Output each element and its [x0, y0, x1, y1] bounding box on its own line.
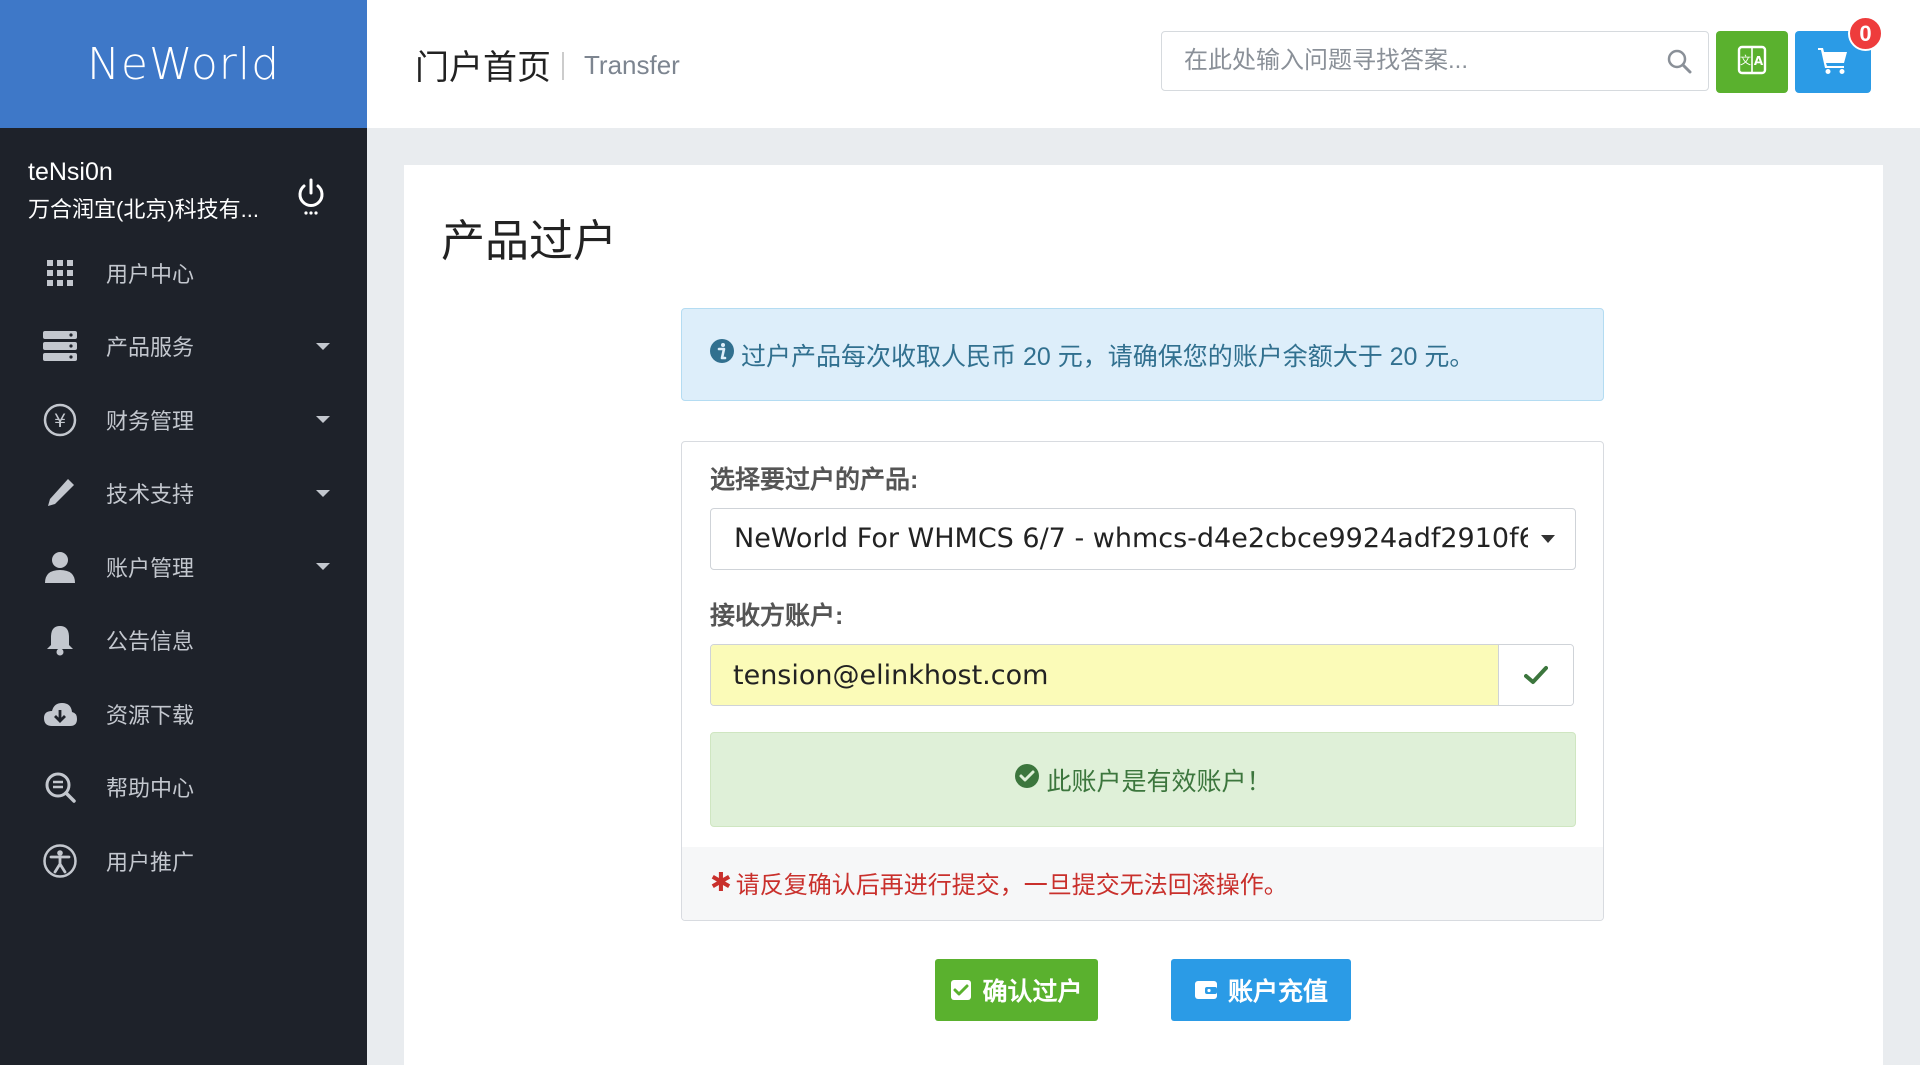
- info-alert: 过户产品每次收取人民币 20 元，请确保您的账户余额大于 20 元。: [681, 308, 1604, 401]
- page-heading: 产品过户: [441, 217, 617, 266]
- sidebar-item-label: 资源下载: [106, 702, 195, 728]
- sidebar-item-account[interactable]: 账户管理: [0, 530, 367, 604]
- receiver-input-group: [710, 644, 1574, 706]
- shopping-cart-icon: [1818, 46, 1848, 79]
- server-icon: [42, 328, 78, 364]
- valid-account-text: 此账户是有效账户！: [1046, 767, 1272, 796]
- chevron-down-icon: [316, 489, 330, 497]
- transfer-form-panel: 选择要过户的产品: NeWorld For WHMCS 6/7 - whmcs-…: [681, 441, 1604, 921]
- sidebar-item-label: 公告信息: [106, 629, 195, 655]
- sidebar-item-label: 产品服务: [106, 335, 195, 361]
- check-circle-icon: [1014, 763, 1040, 796]
- accessibility-icon: [42, 843, 78, 879]
- pencil-icon: [42, 475, 78, 511]
- wallet-icon: [1194, 979, 1218, 1001]
- search-box: [1161, 31, 1709, 91]
- grid-icon: [42, 255, 78, 291]
- check-icon: [1524, 666, 1549, 684]
- sidebar-item-finance[interactable]: ¥ 财务管理: [0, 383, 367, 457]
- title-divider: [562, 52, 564, 80]
- bell-icon: [42, 622, 78, 658]
- product-select-value: NeWorld For WHMCS 6/7 - whmcs-d4e2cbce99…: [734, 523, 1528, 554]
- sidebar-item-label: 帮助中心: [106, 776, 195, 802]
- product-label: 选择要过户的产品:: [710, 466, 919, 494]
- warning-text: 请反复确认后再进行提交，一旦提交无法回滚操作。: [735, 872, 1288, 899]
- translate-icon: 文 A: [1737, 45, 1767, 80]
- svg-text:A: A: [1754, 54, 1764, 68]
- search-input[interactable]: [1162, 32, 1654, 90]
- asterisk-icon: ✱: [710, 867, 732, 897]
- sidebar-nav: 用户中心 产品服务 ¥ 财务管理 技术支持 账户管理 公告信息 资源下载 帮助中…: [0, 236, 367, 898]
- sidebar-item-label: 用户中心: [106, 261, 195, 287]
- user-company: 万合润宜(北京)科技有...: [28, 197, 259, 222]
- logout-power-icon[interactable]: [295, 176, 327, 216]
- top-header: 门户首页 Transfer 文 A 0: [367, 0, 1920, 128]
- brand-name: NeWorld: [86, 38, 281, 90]
- product-select[interactable]: NeWorld For WHMCS 6/7 - whmcs-d4e2cbce99…: [710, 508, 1576, 570]
- sidebar-item-label: 用户推广: [106, 849, 195, 875]
- search-doc-icon: [42, 769, 78, 805]
- brand-logo[interactable]: NeWorld: [0, 0, 367, 128]
- sidebar-item-downloads[interactable]: 资源下载: [0, 677, 367, 751]
- chevron-down-icon: [316, 563, 330, 571]
- panel-footer: ✱ 请反复确认后再进行提交，一旦提交无法回滚操作。: [682, 847, 1603, 920]
- recharge-button[interactable]: 账户充值: [1171, 959, 1351, 1021]
- sidebar-item-label: 账户管理: [106, 555, 195, 581]
- sidebar-item-label: 技术支持: [106, 482, 195, 508]
- sidebar-item-affiliates[interactable]: 用户推广: [0, 824, 367, 898]
- sidebar-item-user-center[interactable]: 用户中心: [0, 236, 367, 310]
- sidebar-item-announcements[interactable]: 公告信息: [0, 604, 367, 678]
- sidebar-item-help[interactable]: 帮助中心: [0, 751, 367, 825]
- chevron-down-icon: [1541, 535, 1555, 543]
- sidebar-item-products[interactable]: 产品服务: [0, 310, 367, 384]
- receiver-label: 接收方账户:: [710, 602, 844, 630]
- search-icon[interactable]: [1666, 48, 1692, 79]
- sidebar-item-label: 财务管理: [106, 408, 195, 434]
- cart-count-badge: 0: [1848, 16, 1883, 51]
- svg-text:文: 文: [1740, 53, 1751, 67]
- user-icon: [42, 549, 78, 585]
- check-addon: [1498, 645, 1573, 705]
- confirm-transfer-label: 确认过户: [982, 978, 1083, 1006]
- page-title: 门户首页: [415, 49, 551, 87]
- yen-icon: ¥: [42, 402, 78, 438]
- user-name: teNsi0n: [28, 158, 113, 186]
- cloud-download-icon: [42, 696, 78, 732]
- receiver-email-input[interactable]: [711, 645, 1499, 705]
- info-text: 过户产品每次收取人民币 20 元，请确保您的账户余额大于 20 元。: [741, 342, 1475, 371]
- chevron-down-icon: [316, 416, 330, 424]
- valid-account-alert: 此账户是有效账户！: [710, 732, 1576, 827]
- sidebar: NeWorld teNsi0n 万合润宜(北京)科技有... 用户中心 产品服务…: [0, 0, 367, 1065]
- info-circle-icon: [709, 338, 735, 371]
- chevron-down-icon: [316, 342, 330, 350]
- main-content: 产品过户 过户产品每次收取人民币 20 元，请确保您的账户余额大于 20 元。 …: [404, 165, 1883, 1065]
- confirm-transfer-button[interactable]: 确认过户: [935, 959, 1098, 1021]
- user-panel: teNsi0n 万合润宜(北京)科技有...: [0, 128, 367, 236]
- warning-message: ✱ 请反复确认后再进行提交，一旦提交无法回滚操作。: [710, 865, 1288, 900]
- sidebar-item-support[interactable]: 技术支持: [0, 457, 367, 531]
- language-button[interactable]: 文 A: [1716, 31, 1788, 93]
- svg-text:¥: ¥: [54, 410, 66, 432]
- page-subtitle: Transfer: [584, 50, 680, 80]
- recharge-label: 账户充值: [1227, 978, 1328, 1006]
- check-square-icon: [950, 979, 972, 1001]
